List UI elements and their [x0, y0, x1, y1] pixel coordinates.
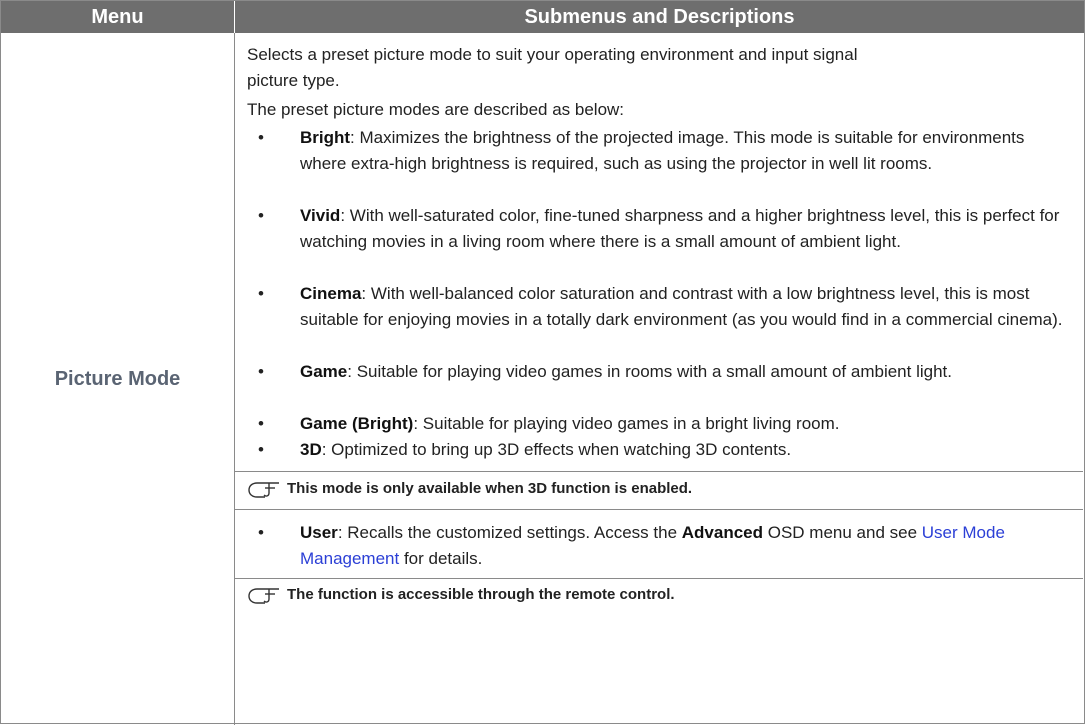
table-header: Menu Submenus and Descriptions — [1, 1, 1084, 33]
advanced-label: Advanced — [681, 523, 763, 542]
note-hand-icon — [248, 588, 279, 604]
mode-name: Bright — [300, 128, 351, 147]
mode-name: Game (Bright) — [300, 414, 414, 433]
intro-line-1: Selects a preset picture mode to suit yo… — [247, 45, 858, 64]
mode-name: User — [300, 523, 338, 542]
intro-line-2: picture type. — [247, 71, 340, 90]
mode-name: Cinema — [300, 284, 362, 303]
mode-game: Game: Suitable for playing video games i… — [300, 359, 1075, 385]
mode-desc: : Suitable for playing video games in a … — [413, 414, 840, 433]
user-desc-mid: OSD menu and see — [763, 523, 922, 542]
note-3d-text: This mode is only available when 3D func… — [287, 480, 693, 497]
column-divider — [234, 33, 235, 725]
intro-line-3: The preset picture modes are described a… — [247, 100, 625, 119]
bullet: • — [258, 414, 264, 433]
menu-cell: Picture Mode — [1, 33, 234, 725]
mode-desc: : With well-balanced color saturation an… — [300, 284, 1063, 329]
mode-name: Game — [300, 362, 348, 381]
mode-desc: : Maximizes the brightness of the projec… — [300, 128, 1025, 173]
row-divider — [234, 509, 1083, 510]
bullet: • — [258, 284, 264, 303]
mode-bright: Bright: Maximizes the brightness of the … — [300, 125, 1075, 177]
note-hand-icon — [248, 482, 279, 498]
user-desc-pre: : Recalls the customized settings. Acces… — [337, 523, 682, 542]
mode-vivid: Vivid: With well-saturated color, fine-t… — [300, 203, 1075, 255]
row-divider — [234, 471, 1083, 472]
menu-item-label: Picture Mode — [54, 367, 181, 390]
user-desc-post: for details. — [399, 549, 483, 568]
note-remote-text: The function is accessible through the r… — [287, 586, 675, 603]
bullet: • — [258, 362, 264, 381]
mode-desc: : Optimized to bring up 3D effects when … — [321, 440, 792, 459]
bullet: • — [258, 128, 264, 147]
bullet: • — [258, 523, 264, 542]
mode-name: Vivid — [300, 206, 341, 225]
bullet: • — [258, 206, 264, 225]
mode-game-bright: Game (Bright): Suitable for playing vide… — [300, 411, 1075, 437]
mode-name: 3D — [300, 440, 322, 459]
bullet: • — [258, 440, 264, 459]
mode-desc: : Suitable for playing video games in ro… — [347, 362, 952, 381]
mode-3d: 3D: Optimized to bring up 3D effects whe… — [300, 437, 1075, 463]
header-menu: Menu — [91, 6, 144, 28]
mode-cinema: Cinema: With well-balanced color saturat… — [300, 281, 1075, 333]
mode-desc: : With well-saturated color, fine-tuned … — [300, 206, 1060, 251]
header-submenus: Submenus and Descriptions — [524, 6, 795, 28]
mode-user: User: Recalls the customized settings. A… — [300, 520, 1075, 572]
row-divider — [234, 578, 1083, 579]
